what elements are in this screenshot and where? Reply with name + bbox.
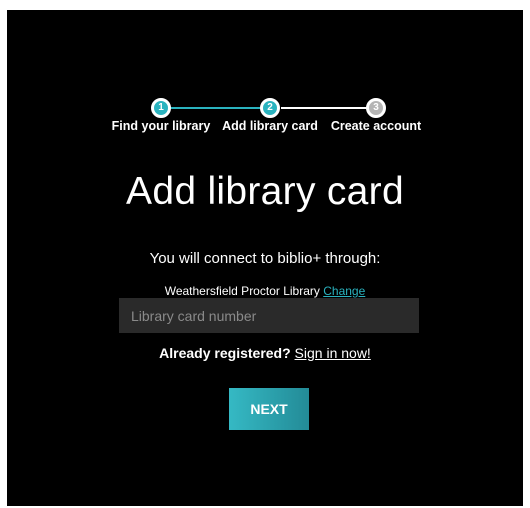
- step-number-badge: 2: [260, 98, 280, 118]
- step-label: Create account: [330, 119, 422, 133]
- page-title: Add library card: [126, 170, 404, 213]
- signup-panel: 1 Find your library 2 Add library card 3…: [7, 10, 523, 506]
- change-library-link[interactable]: Change: [323, 284, 365, 298]
- connect-text: You will connect to biblio+ through:: [149, 250, 381, 267]
- selected-library: Weathersfield Proctor Library Change: [7, 284, 523, 298]
- step-number-badge: 3: [366, 98, 386, 118]
- library-name: Weathersfield Proctor Library: [164, 284, 320, 298]
- already-registered-line: Already registered? Sign in now!: [7, 345, 523, 361]
- next-button[interactable]: NEXT: [229, 388, 309, 430]
- library-card-number-input[interactable]: [119, 298, 419, 333]
- sign-in-link[interactable]: Sign in now!: [295, 345, 371, 361]
- already-registered-text: Already registered?: [159, 345, 291, 361]
- step-create-account: 3 Create account: [311, 98, 441, 133]
- step-number-badge: 1: [151, 98, 171, 118]
- progress-stepper: 1 Find your library 2 Add library card 3…: [7, 98, 523, 138]
